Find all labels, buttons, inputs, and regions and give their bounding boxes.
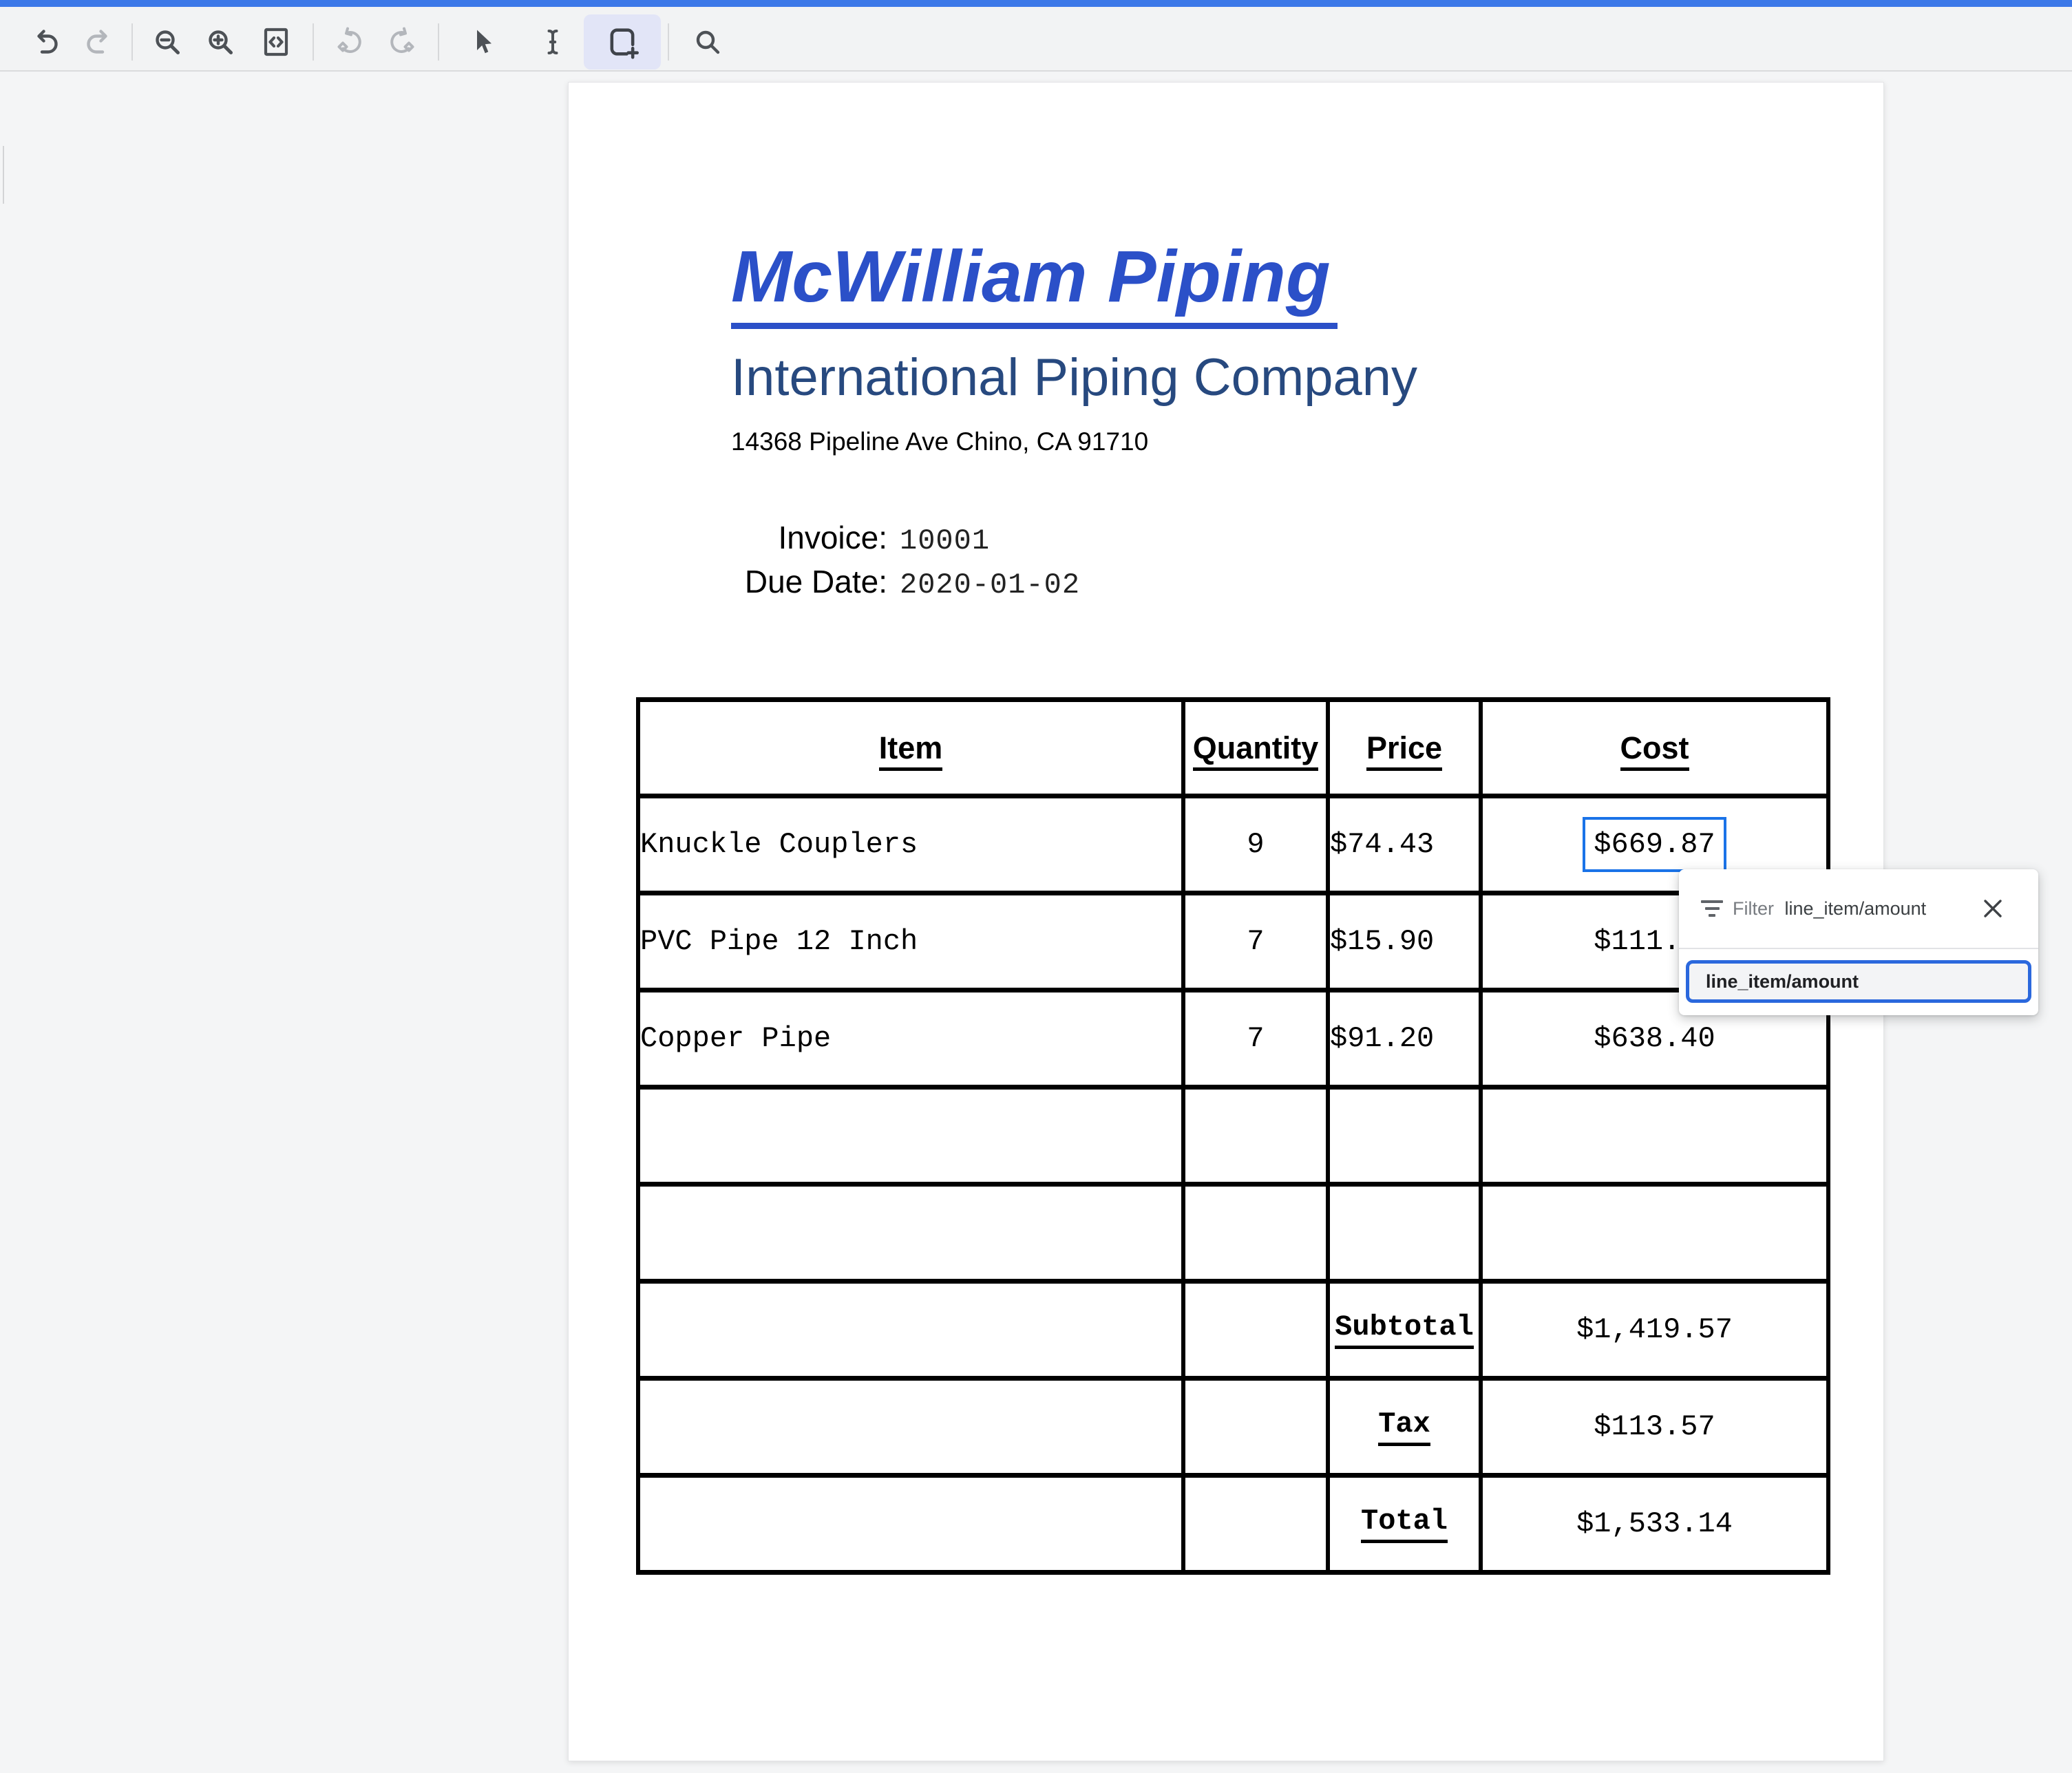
select-cursor-button[interactable] xyxy=(460,20,504,64)
zoom-in-icon xyxy=(204,25,237,59)
invoice-number: 10001 xyxy=(900,524,990,558)
fit-to-page-button[interactable] xyxy=(254,20,298,64)
item-cell[interactable]: Knuckle Couplers xyxy=(638,796,1183,893)
fit-to-page-icon xyxy=(260,25,293,59)
undo-icon xyxy=(29,25,62,59)
item-cell[interactable] xyxy=(638,1087,1183,1185)
invoice-number-row: Invoice: 10001 xyxy=(672,519,1080,563)
cost-cell[interactable] xyxy=(1481,1087,1828,1185)
toolbar-separator xyxy=(668,23,669,61)
rotate-left-button[interactable] xyxy=(329,20,373,64)
draw-bounding-box-button[interactable] xyxy=(584,14,661,70)
company-title: McWilliam Piping xyxy=(731,235,1338,329)
undo-button[interactable] xyxy=(23,20,67,64)
tax-row: Tax $113.57 xyxy=(638,1379,1828,1476)
filter-placeholder-prefix: Filter xyxy=(1733,898,1774,919)
subtotal-value-cell[interactable]: $1,419.57 xyxy=(1481,1282,1828,1379)
invoice-meta: Invoice: 10001 Due Date: 2020-01-02 xyxy=(672,519,1080,607)
item-cell[interactable]: PVC Pipe 12 Inch xyxy=(638,893,1183,990)
line-items-table: Item Quantity Price Cost Knuckle Coupler… xyxy=(636,697,1830,1575)
company-subtitle: International Piping Company xyxy=(731,348,1417,407)
empty-cell xyxy=(638,1476,1183,1573)
select-cursor-icon xyxy=(465,25,498,59)
rotate-right-button[interactable] xyxy=(379,20,423,64)
tax-label-cell: Tax xyxy=(1328,1379,1481,1476)
invoice-label: Invoice: xyxy=(672,519,887,556)
table-row-empty xyxy=(638,1185,1828,1282)
column-header-price: Price xyxy=(1328,700,1481,796)
subtotal-row: Subtotal $1,419.57 xyxy=(638,1282,1828,1379)
column-header-cost: Cost xyxy=(1481,700,1828,796)
toolbar-separator xyxy=(131,23,133,61)
column-header-quantity: Quantity xyxy=(1183,700,1328,796)
toolbar-separator xyxy=(313,23,314,61)
empty-cell xyxy=(1183,1282,1328,1379)
subtotal-label-cell: Subtotal xyxy=(1328,1282,1481,1379)
quantity-cell[interactable] xyxy=(1183,1185,1328,1282)
filter-list-icon xyxy=(1701,900,1723,917)
redo-button[interactable] xyxy=(77,20,121,64)
zoom-out-icon xyxy=(151,25,184,59)
redo-icon xyxy=(83,25,116,59)
filter-options-list: line_item/amount xyxy=(1679,949,2038,1015)
empty-cell xyxy=(638,1282,1183,1379)
cost-cell[interactable] xyxy=(1481,1185,1828,1282)
empty-cell xyxy=(1183,1476,1328,1573)
panel-edge-divider xyxy=(3,146,4,204)
filter-popup-header[interactable]: Filter line_item/amount xyxy=(1679,869,2038,948)
filter-option-line-item-amount[interactable]: line_item/amount xyxy=(1686,960,2031,1003)
zoom-in-button[interactable] xyxy=(198,20,242,64)
toolbar xyxy=(0,7,2072,72)
table-row: Knuckle Couplers 9 $74.43 $669.87 xyxy=(638,796,1828,893)
empty-cell xyxy=(1183,1379,1328,1476)
toolbar-separator xyxy=(438,23,439,61)
price-cell[interactable]: $91.20 xyxy=(1328,990,1481,1087)
document-canvas[interactable]: McWilliam Piping International Piping Co… xyxy=(0,73,2072,1773)
table-header-row: Item Quantity Price Cost xyxy=(638,700,1828,796)
filter-entity-popup: Filter line_item/amount line_item/amount xyxy=(1679,869,2038,1015)
total-value-cell[interactable]: $1,533.14 xyxy=(1481,1476,1828,1573)
close-button[interactable] xyxy=(1980,896,2005,921)
table-row: PVC Pipe 12 Inch 7 $15.90 $111.30 xyxy=(638,893,1828,990)
quantity-cell[interactable] xyxy=(1183,1087,1328,1185)
quantity-cell[interactable]: 7 xyxy=(1183,893,1328,990)
tax-value-cell[interactable]: $113.57 xyxy=(1481,1379,1828,1476)
total-row: Total $1,533.14 xyxy=(638,1476,1828,1573)
search-button[interactable] xyxy=(686,20,730,64)
price-cell[interactable] xyxy=(1328,1185,1481,1282)
window-accent-bar xyxy=(0,0,2072,7)
quantity-cell[interactable]: 7 xyxy=(1183,990,1328,1087)
filter-placeholder-entity: line_item/amount xyxy=(1785,898,1927,919)
rotate-left-icon xyxy=(335,25,368,59)
filter-input-placeholder[interactable]: Filter line_item/amount xyxy=(1733,898,1980,920)
total-label-cell: Total xyxy=(1328,1476,1481,1573)
price-cell[interactable]: $74.43 xyxy=(1328,796,1481,893)
zoom-out-button[interactable] xyxy=(145,20,189,64)
quantity-cell[interactable]: 9 xyxy=(1183,796,1328,893)
text-select-button[interactable] xyxy=(531,20,575,64)
due-date-value: 2020-01-02 xyxy=(900,569,1080,602)
item-cell[interactable]: Copper Pipe xyxy=(638,990,1183,1087)
selected-entity-box[interactable]: $669.87 xyxy=(1583,817,1726,872)
text-select-icon xyxy=(536,25,569,59)
draw-bounding-box-icon xyxy=(604,24,640,60)
table-row: Copper Pipe 7 $91.20 $638.40 xyxy=(638,990,1828,1087)
empty-cell xyxy=(638,1379,1183,1476)
price-cell[interactable]: $15.90 xyxy=(1328,893,1481,990)
item-cell[interactable] xyxy=(638,1185,1183,1282)
close-icon xyxy=(1981,897,2005,920)
due-date-label: Due Date: xyxy=(672,563,887,600)
rotate-right-icon xyxy=(384,25,417,59)
search-icon xyxy=(691,25,724,59)
due-date-row: Due Date: 2020-01-02 xyxy=(672,563,1080,607)
column-header-item: Item xyxy=(638,700,1183,796)
price-cell[interactable] xyxy=(1328,1087,1481,1185)
table-row-empty xyxy=(638,1087,1828,1185)
company-address: 14368 Pipeline Ave Chino, CA 91710 xyxy=(731,427,1148,456)
